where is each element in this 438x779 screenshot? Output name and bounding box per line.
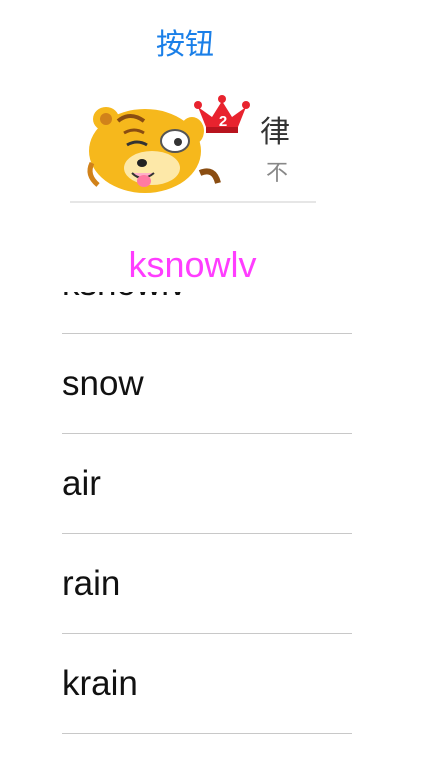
row-label: ksnowlv	[62, 292, 186, 304]
table-row[interactable]: air	[62, 434, 352, 534]
word-table[interactable]: ksnowlv snow air rain krain	[62, 292, 352, 779]
row-label: air	[62, 463, 101, 503]
banner-sub-text: 不	[266, 161, 289, 186]
app-screen: 按钮 2 律 不 ksnowlv snow air rain krain	[0, 0, 438, 779]
table-row[interactable]: snow	[62, 334, 352, 434]
top-button[interactable]: 按钮	[120, 20, 250, 64]
banner-image[interactable]: 2 律 不	[70, 93, 316, 203]
crown-number: 2	[218, 113, 228, 130]
table-scroll-content: ksnowlv snow air rain krain	[62, 292, 352, 734]
table-row[interactable]: ksnowlv	[62, 292, 352, 334]
table-row[interactable]: rain	[62, 534, 352, 634]
row-label: rain	[62, 563, 121, 603]
table-row[interactable]: krain	[62, 634, 352, 734]
row-label: snow	[62, 363, 144, 403]
title-label: ksnowlv	[128, 244, 257, 285]
banner-main-text: 律	[260, 115, 291, 150]
row-label: krain	[62, 663, 138, 703]
